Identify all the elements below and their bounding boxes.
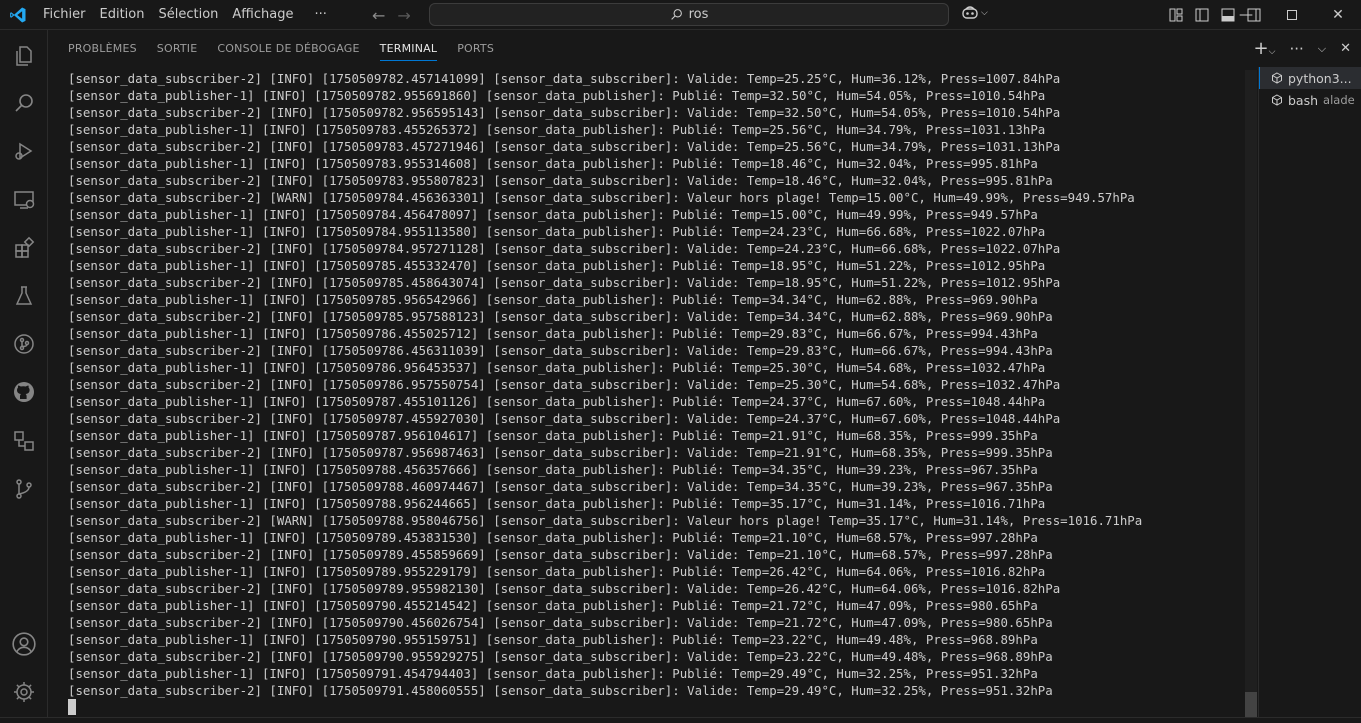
terminal-line: [sensor_data_subscriber-2] [INFO] [17505… xyxy=(68,615,1053,630)
tab-terminal[interactable]: TERMINAL xyxy=(370,30,448,67)
terminal-line: [sensor_data_publisher-1] [INFO] [175050… xyxy=(68,530,1038,545)
terminal-line: [sensor_data_publisher-1] [INFO] [175050… xyxy=(68,496,1046,511)
forward-arrow-icon[interactable]: → xyxy=(397,6,410,25)
terminal-line: [sensor_data_publisher-1] [INFO] [175050… xyxy=(68,156,1038,171)
close-panel-icon[interactable]: ✕ xyxy=(1340,41,1351,56)
navigation-arrows: ← → xyxy=(372,0,411,30)
terminal-line: [sensor_data_publisher-1] [INFO] [175050… xyxy=(68,207,1038,222)
tab-output[interactable]: SORTIE xyxy=(147,30,208,67)
terminal-item-python[interactable]: python3... xyxy=(1259,67,1361,89)
containers-icon[interactable] xyxy=(0,417,48,465)
menu-bar: Fichier Edition Sélection Affichage ··· xyxy=(36,0,334,30)
terminal-line: [sensor_data_publisher-1] [INFO] [175050… xyxy=(68,462,1038,477)
search-icon xyxy=(670,9,682,20)
terminal-line: [sensor_data_subscriber-2] [INFO] [17505… xyxy=(68,173,1053,188)
terminal-line: [sensor_data_subscriber-2] [INFO] [17505… xyxy=(68,649,1053,664)
terminal-line: [sensor_data_subscriber-2] [INFO] [17505… xyxy=(68,683,1053,698)
back-arrow-icon[interactable]: ← xyxy=(372,6,385,25)
terminal-list: python3... bash alade xyxy=(1258,67,1361,717)
search-text: ros xyxy=(688,7,709,22)
terminal-name: python3... xyxy=(1288,70,1352,86)
terminal-line: [sensor_data_subscriber-2] [WARN] [17505… xyxy=(68,513,1143,528)
terminal-line: [sensor_data_publisher-1] [INFO] [175050… xyxy=(68,258,1046,273)
terminal-line: [sensor_data_publisher-1] [INFO] [175050… xyxy=(68,564,1046,579)
toggle-primary-sidebar-icon[interactable] xyxy=(1194,7,1210,23)
terminal-line: [sensor_data_subscriber-2] [INFO] [17505… xyxy=(68,411,1061,426)
new-terminal-icon[interactable]: +⌵ xyxy=(1254,38,1276,59)
github-icon[interactable] xyxy=(0,368,48,416)
remote-explorer-icon[interactable] xyxy=(0,176,48,224)
close-icon[interactable]: ✕ xyxy=(1315,0,1361,30)
testing-icon[interactable] xyxy=(0,272,48,320)
terminal-name: bash xyxy=(1288,92,1319,108)
menu-more[interactable]: ··· xyxy=(300,0,333,30)
git-graph-icon[interactable] xyxy=(0,465,48,513)
terminal-line: [sensor_data_publisher-1] [INFO] [175050… xyxy=(68,326,1038,341)
terminal-output[interactable]: [sensor_data_subscriber-2] [INFO] [17505… xyxy=(68,70,1248,717)
terminal-line: [sensor_data_publisher-1] [INFO] [175050… xyxy=(68,122,1046,137)
terminal-cube-icon xyxy=(1272,94,1282,106)
copilot-icon xyxy=(962,6,978,19)
tab-ports[interactable]: PORTS xyxy=(447,30,504,67)
scrollbar-thumb[interactable] xyxy=(1245,692,1257,717)
run-debug-icon[interactable] xyxy=(0,127,48,175)
terminal-line: [sensor_data_publisher-1] [INFO] [175050… xyxy=(68,292,1038,307)
menu-view[interactable]: Affichage xyxy=(225,0,300,30)
explorer-icon[interactable] xyxy=(0,32,48,80)
settings-gear-icon[interactable] xyxy=(0,668,48,716)
terminal-line: [sensor_data_subscriber-2] [INFO] [17505… xyxy=(68,445,1053,460)
terminal-line: [sensor_data_publisher-1] [INFO] [175050… xyxy=(68,88,1046,103)
terminal-cursor xyxy=(68,699,76,715)
terminal-item-bash[interactable]: bash alade xyxy=(1259,89,1361,111)
tab-debug-console[interactable]: CONSOLE DE DÉBOGAGE xyxy=(207,30,369,67)
menu-edit[interactable]: Edition xyxy=(93,0,152,30)
terminal-line: [sensor_data_subscriber-2] [INFO] [17505… xyxy=(68,275,1061,290)
terminal-line: [sensor_data_subscriber-2] [WARN] [17505… xyxy=(68,190,1135,205)
maximize-icon[interactable] xyxy=(1269,0,1315,30)
more-actions-icon[interactable]: ··· xyxy=(1289,40,1303,58)
terminal-line: [sensor_data_subscriber-2] [INFO] [17505… xyxy=(68,241,1061,256)
extensions-icon[interactable] xyxy=(0,224,48,272)
search-icon[interactable] xyxy=(0,79,48,127)
terminal-sub: alade xyxy=(1323,93,1355,107)
menu-file[interactable]: Fichier xyxy=(36,0,93,30)
account-icon[interactable] xyxy=(0,620,48,668)
source-control-icon[interactable] xyxy=(0,320,48,368)
terminal-line: [sensor_data_subscriber-2] [INFO] [17505… xyxy=(68,377,1061,392)
terminal-cube-icon xyxy=(1272,72,1282,84)
terminal-line: [sensor_data_publisher-1] [INFO] [175050… xyxy=(68,598,1038,613)
tab-problems[interactable]: PROBLÈMES xyxy=(58,30,147,67)
terminal-line: [sensor_data_subscriber-2] [INFO] [17505… xyxy=(68,105,1061,120)
terminal-scrollbar[interactable] xyxy=(1245,70,1257,717)
chevron-down-icon: ⌵ xyxy=(981,8,988,18)
title-bar: Fichier Edition Sélection Affichage ··· … xyxy=(0,0,1361,30)
terminal-line: [sensor_data_publisher-1] [INFO] [175050… xyxy=(68,360,1046,375)
terminal-line: [sensor_data_subscriber-2] [INFO] [17505… xyxy=(68,71,1061,86)
terminal-line: [sensor_data_subscriber-2] [INFO] [17505… xyxy=(68,547,1053,562)
window-controls: — ✕ xyxy=(1223,0,1361,30)
chevron-down-icon[interactable]: ⌵ xyxy=(1318,42,1326,56)
terminal-line: [sensor_data_publisher-1] [INFO] [175050… xyxy=(68,632,1038,647)
terminal-line: [sensor_data_publisher-1] [INFO] [175050… xyxy=(68,394,1046,409)
terminal-line: [sensor_data_subscriber-2] [INFO] [17505… xyxy=(68,581,1061,596)
terminal-line: [sensor_data_subscriber-2] [INFO] [17505… xyxy=(68,309,1053,324)
menu-selection[interactable]: Sélection xyxy=(151,0,225,30)
terminal-line: [sensor_data_subscriber-2] [INFO] [17505… xyxy=(68,343,1053,358)
activity-bar xyxy=(0,30,48,717)
panel-actions: +⌵ ··· ⌵ ✕ xyxy=(1254,30,1351,67)
command-center-search[interactable]: ros xyxy=(429,3,949,26)
terminal-line: [sensor_data_subscriber-2] [INFO] [17505… xyxy=(68,139,1061,154)
terminal-line: [sensor_data_publisher-1] [INFO] [175050… xyxy=(68,224,1046,239)
terminal-line: [sensor_data_subscriber-2] [INFO] [17505… xyxy=(68,479,1053,494)
panel-tabs: PROBLÈMES SORTIE CONSOLE DE DÉBOGAGE TER… xyxy=(48,30,1361,67)
vscode-logo-icon xyxy=(0,0,36,30)
status-bar xyxy=(0,717,1361,723)
terminal-line: [sensor_data_publisher-1] [INFO] [175050… xyxy=(68,666,1038,681)
copilot-menu[interactable]: ⌵ xyxy=(961,5,988,21)
terminal-line: [sensor_data_publisher-1] [INFO] [175050… xyxy=(68,428,1038,443)
minimize-icon[interactable]: — xyxy=(1223,0,1269,30)
customize-layout-icon[interactable] xyxy=(1168,7,1184,23)
